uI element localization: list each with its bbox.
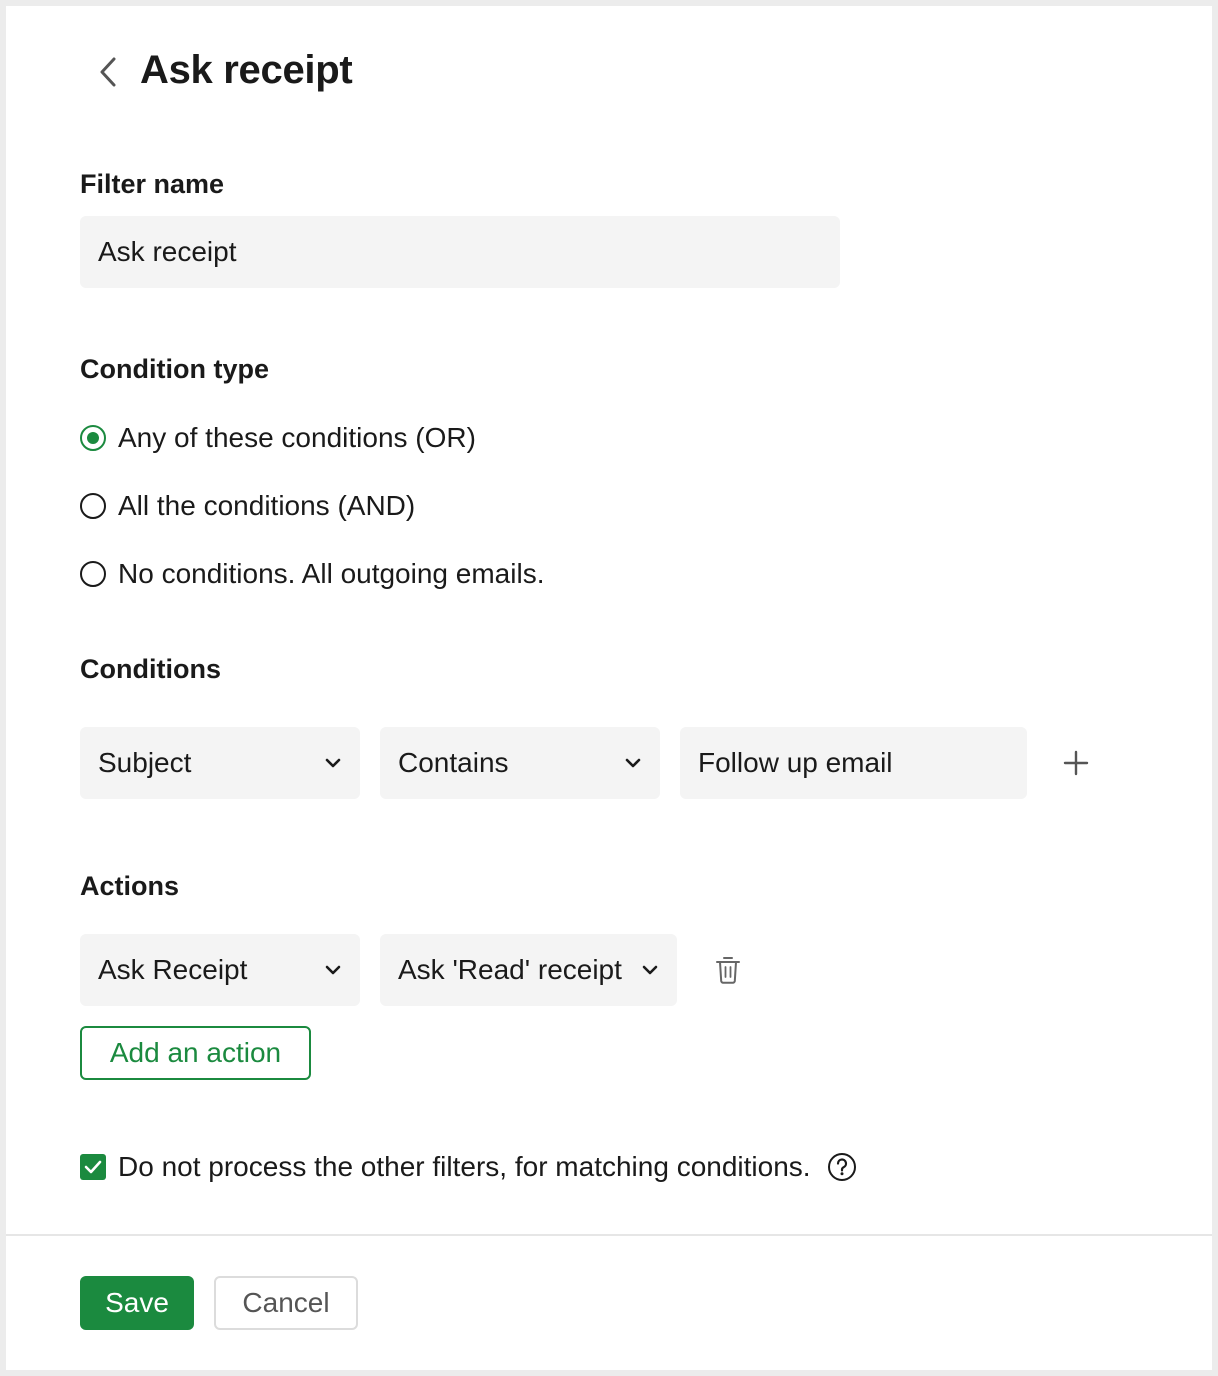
footer-divider (6, 1234, 1212, 1236)
action-type-select[interactable]: Ask Receipt (80, 934, 360, 1006)
condition-field-value: Subject (98, 747, 192, 778)
action-option-select[interactable]: Ask 'Read' receipt (380, 934, 677, 1006)
cancel-button[interactable]: Cancel (214, 1276, 358, 1330)
condition-type-option-label: Any of these conditions (OR) (118, 422, 476, 453)
radio-checked-icon (80, 425, 106, 451)
radio-unchecked-icon (80, 493, 106, 519)
page-title: Ask receipt (140, 48, 353, 92)
add-action-button[interactable]: Add an action (80, 1026, 311, 1080)
condition-operator-select[interactable]: Contains (380, 727, 660, 799)
chevron-down-icon (642, 965, 658, 975)
save-button[interactable]: Save (80, 1276, 194, 1330)
radio-unchecked-icon (80, 561, 106, 587)
checkmark-icon (84, 1160, 102, 1174)
chevron-left-icon (100, 57, 116, 87)
add-condition-button[interactable] (1058, 745, 1094, 781)
help-icon (827, 1153, 856, 1181)
filter-name-label: Filter name (80, 169, 225, 199)
condition-type-label: Condition type (80, 354, 269, 384)
chevron-down-icon (325, 965, 341, 975)
chevron-down-icon (625, 758, 641, 768)
plus-icon (1063, 750, 1089, 776)
back-button[interactable] (88, 50, 128, 94)
condition-operator-value: Contains (398, 747, 509, 778)
trash-icon (716, 957, 740, 984)
filter-name-input[interactable]: Ask receipt (80, 216, 840, 288)
condition-type-option-none[interactable]: No conditions. All outgoing emails. (80, 554, 544, 594)
action-option-value: Ask 'Read' receipt (398, 954, 622, 985)
filter-editor-panel: Ask receipt Filter name Ask receipt Cond… (6, 6, 1212, 1370)
stop-processing-label: Do not process the other filters, for ma… (118, 1151, 811, 1182)
delete-action-button[interactable] (710, 952, 746, 988)
conditions-label: Conditions (80, 654, 221, 684)
condition-type-option-label: All the conditions (AND) (118, 490, 416, 521)
stop-processing-checkbox[interactable] (80, 1154, 106, 1180)
stop-processing-checkbox-row[interactable]: Do not process the other filters, for ma… (80, 1147, 857, 1187)
condition-type-option-or[interactable]: Any of these conditions (OR) (80, 418, 476, 458)
condition-type-option-and[interactable]: All the conditions (AND) (80, 486, 415, 526)
help-button[interactable] (827, 1152, 857, 1182)
condition-value-input[interactable]: Follow up email (680, 727, 1027, 799)
actions-label: Actions (80, 871, 180, 901)
action-type-value: Ask Receipt (98, 954, 248, 985)
chevron-down-icon (325, 758, 341, 768)
condition-field-select[interactable]: Subject (80, 727, 360, 799)
condition-type-option-label: No conditions. All outgoing emails. (118, 558, 545, 589)
